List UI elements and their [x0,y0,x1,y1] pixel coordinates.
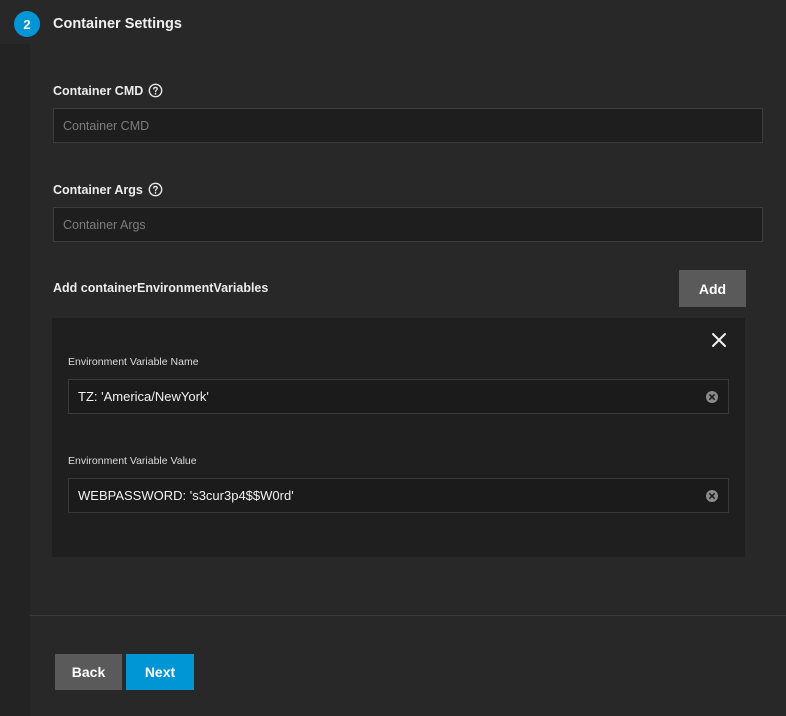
help-circle-icon[interactable] [148,182,163,197]
step-header[interactable]: 2 Container Settings [14,11,182,37]
stepper-rail [0,44,30,716]
env-value-input[interactable] [68,478,729,513]
env-name-input[interactable] [68,379,729,414]
clear-icon[interactable] [706,391,718,403]
container-cmd-input[interactable] [53,108,763,143]
env-variable-item: Environment Variable Name Environment Va… [52,318,745,557]
container-cmd-label: Container CMD [53,83,163,98]
container-cmd-label-text: Container CMD [53,83,144,98]
step-number-badge: 2 [14,11,40,37]
clear-icon[interactable] [706,490,718,502]
next-button[interactable]: Next [126,654,194,690]
env-variables-label: Add containerEnvironmentVariables [53,281,269,295]
close-icon[interactable] [711,332,727,348]
container-settings-page: 2 Container Settings Container CMD Conta… [0,0,786,716]
back-button[interactable]: Back [55,654,122,690]
container-args-input[interactable] [53,207,763,242]
step-title: Container Settings [53,16,182,32]
env-value-label: Environment Variable Value [68,455,197,467]
env-name-label: Environment Variable Name [68,356,199,368]
help-circle-icon[interactable] [148,83,163,98]
section-divider [30,615,786,616]
add-env-variable-button[interactable]: Add [679,270,746,307]
container-args-label: Container Args [53,182,163,197]
container-args-label-text: Container Args [53,182,143,197]
